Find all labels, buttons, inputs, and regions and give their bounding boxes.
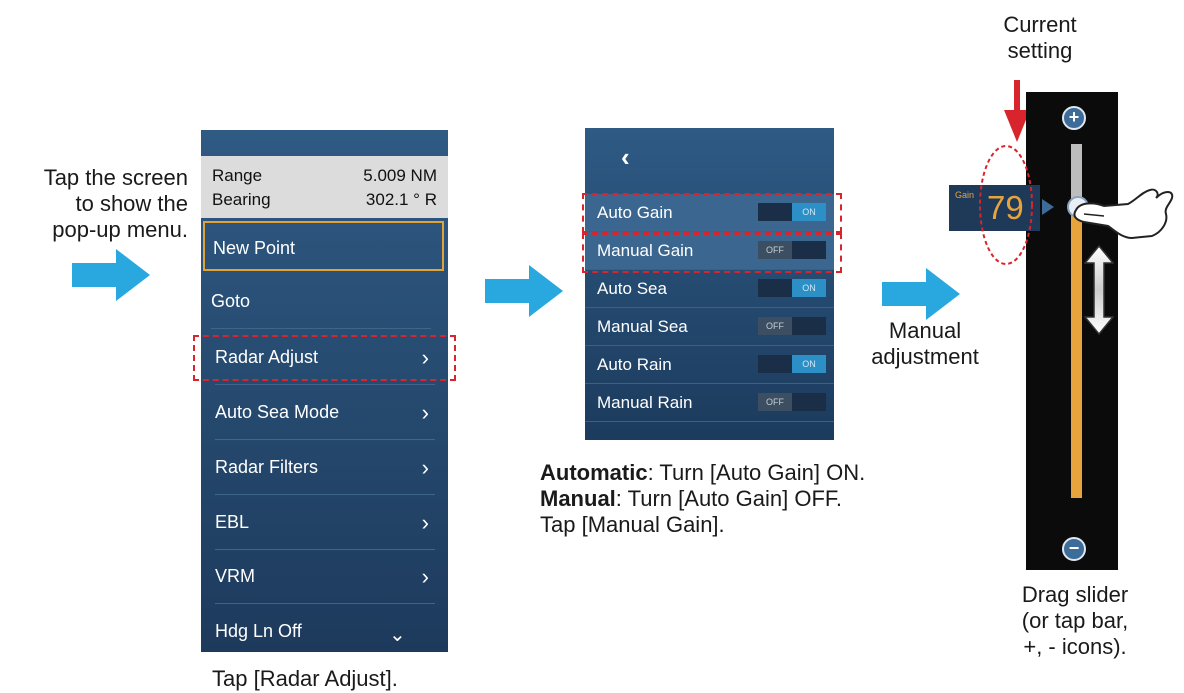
- caption-line: Manual: [888, 318, 962, 343]
- tap-manual-gain-text: Tap [Manual Gain].: [540, 512, 725, 537]
- bearing-label: Bearing: [212, 190, 271, 209]
- caption-line: (or tap bar,: [1021, 608, 1129, 633]
- right-arrow-icon: [882, 268, 960, 320]
- menu-item-label: EBL: [215, 512, 250, 532]
- range-row: Range 5.009 NM: [212, 166, 437, 190]
- auto-sea-row[interactable]: Auto Sea ON: [585, 270, 834, 308]
- toggle-state: OFF: [758, 317, 792, 335]
- right-arrow-icon: [72, 249, 150, 301]
- auto-sea-toggle[interactable]: ON: [758, 279, 826, 297]
- menu-item-label: Hdg Ln Off: [215, 621, 302, 641]
- manual-text: : Turn [Auto Gain] OFF.: [615, 486, 842, 511]
- caption-line: to show the: [75, 191, 188, 216]
- gain-label: Gain: [955, 190, 975, 200]
- row-label: Auto Sea: [597, 279, 667, 298]
- chevron-right-icon: ›: [421, 564, 429, 589]
- toggle-state: OFF: [758, 393, 792, 411]
- caption-line: Current: [1003, 12, 1077, 37]
- auto-rain-toggle[interactable]: ON: [758, 355, 826, 373]
- right-arrow-icon: [485, 265, 563, 317]
- plus-icon[interactable]: +: [1062, 106, 1086, 130]
- manual-line: Manual: Turn [Auto Gain] OFF.: [540, 486, 970, 512]
- range-value: 5.009 NM: [363, 166, 437, 185]
- current-setting-caption: Current setting: [985, 12, 1095, 64]
- caption-line: Drag slider: [1021, 582, 1129, 607]
- automatic-line: Automatic: Turn [Auto Gain] ON.: [540, 460, 970, 486]
- menu-item-label: Auto Sea Mode: [215, 402, 340, 422]
- hand-pointer-icon: [1073, 188, 1174, 240]
- row-label: Auto Rain: [597, 355, 672, 374]
- manual-adjustment-caption: Manual adjustment: [850, 318, 1000, 370]
- manual-sea-row[interactable]: Manual Sea OFF: [585, 308, 834, 346]
- range-label: Range: [212, 166, 263, 185]
- row-label: Manual Sea: [597, 317, 688, 336]
- menu-item-goto[interactable]: Goto: [211, 275, 431, 329]
- tap-radar-adjust-caption: Tap [Radar Adjust].: [212, 666, 398, 691]
- radar-adjust-highlight: [193, 335, 456, 381]
- bearing-value: 302.1 ° R: [365, 190, 437, 209]
- manual-gain-highlight: [582, 233, 842, 273]
- toggle-state: ON: [792, 355, 826, 373]
- menu-item-label: VRM: [215, 566, 255, 586]
- bearing-row: Bearing 302.1 ° R: [212, 190, 437, 214]
- drag-double-arrow-icon: [1084, 245, 1114, 335]
- radar-adjust-menu: ‹ Auto Gain ON Manual Gain OFF Auto Sea …: [585, 128, 834, 440]
- popup-menu: Range 5.009 NM Bearing 302.1 ° R New Poi…: [201, 130, 448, 652]
- auto-rain-row[interactable]: Auto Rain ON: [585, 346, 834, 384]
- new-point-item[interactable]: New Point: [203, 221, 444, 271]
- manual-rain-toggle[interactable]: OFF: [758, 393, 826, 411]
- slider-fill[interactable]: [1071, 208, 1082, 498]
- caption-line: pop-up menu.: [52, 217, 188, 242]
- back-chevron-icon[interactable]: ‹: [621, 142, 630, 173]
- menu-item-vrm[interactable]: VRM ›: [215, 550, 435, 604]
- tap-screen-caption: Tap the screen to show the pop-up menu.: [8, 165, 188, 243]
- gain-instructions: Automatic: Turn [Auto Gain] ON. Manual: …: [540, 460, 970, 538]
- menu-item-auto-sea-mode[interactable]: Auto Sea Mode ›: [215, 386, 435, 440]
- cursor-info: Range 5.009 NM Bearing 302.1 ° R: [201, 156, 448, 218]
- automatic-label: Automatic: [540, 460, 648, 485]
- toggle-state: ON: [792, 279, 826, 297]
- caption-line: +, - icons).: [1023, 634, 1127, 659]
- minus-icon[interactable]: −: [1062, 537, 1086, 561]
- manual-label: Manual: [540, 486, 616, 511]
- caption-line: Tap the screen: [43, 165, 188, 190]
- automatic-text: : Turn [Auto Gain] ON.: [647, 460, 866, 485]
- chevron-down-icon[interactable]: ⌄: [389, 622, 406, 647]
- chevron-right-icon: ›: [421, 400, 429, 425]
- drag-slider-caption: Drag slider (or tap bar, +, - icons).: [1000, 582, 1150, 660]
- pointer-triangle-icon: [1042, 199, 1054, 215]
- current-setting-highlight: [979, 145, 1033, 265]
- manual-rain-row[interactable]: Manual Rain OFF: [585, 384, 834, 422]
- manual-sea-toggle[interactable]: OFF: [758, 317, 826, 335]
- menu-item-label: Radar Filters: [215, 457, 319, 477]
- menu-item-radar-filters[interactable]: Radar Filters ›: [215, 441, 435, 495]
- row-label: Manual Rain: [597, 393, 693, 412]
- caption-line: adjustment: [871, 344, 979, 369]
- chevron-right-icon: ›: [421, 455, 429, 480]
- menu-item-ebl[interactable]: EBL ›: [215, 496, 435, 550]
- menu-item-label: Goto: [211, 291, 251, 311]
- chevron-right-icon: ›: [421, 510, 429, 535]
- auto-gain-highlight: [582, 193, 842, 233]
- caption-line: setting: [1007, 38, 1073, 63]
